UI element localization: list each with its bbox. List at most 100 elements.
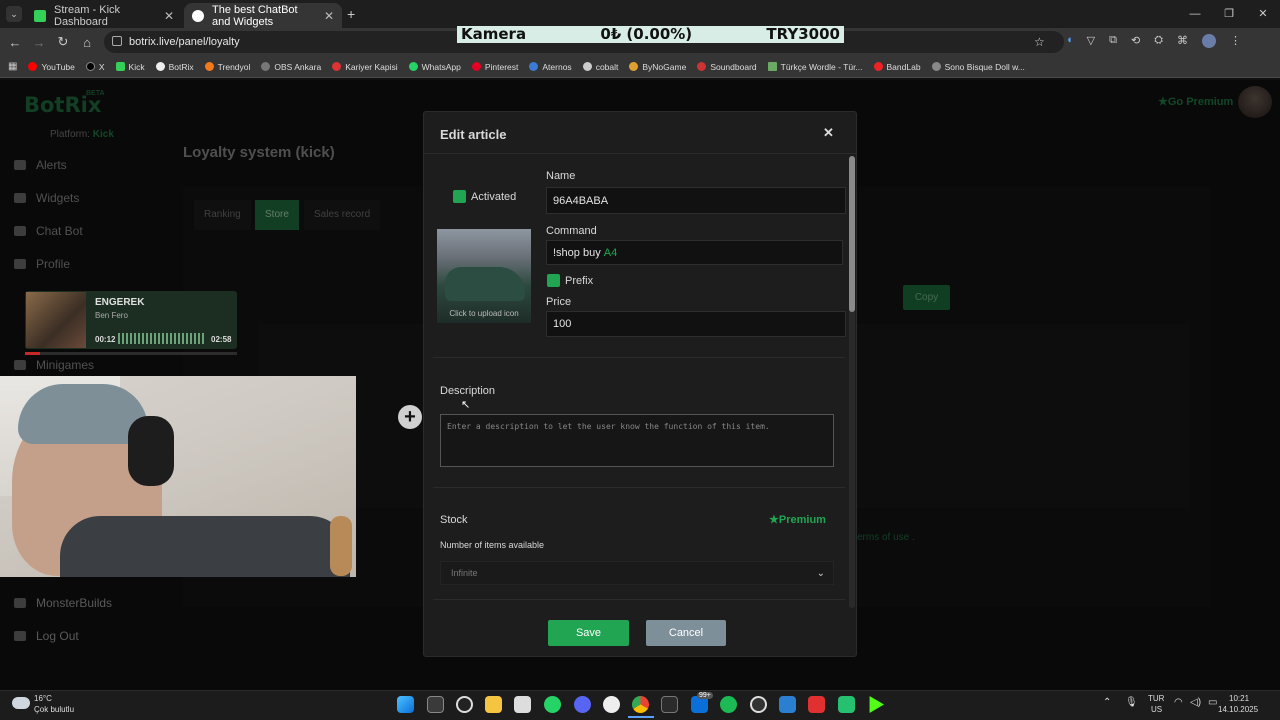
weather-temp: 16°C	[34, 694, 52, 703]
close-tab-icon[interactable]: ✕	[324, 9, 334, 23]
bookmark-aternos[interactable]: Aternos	[529, 62, 572, 72]
filter-extension-icon[interactable]: ▽	[1087, 34, 1095, 48]
activated-label: Activated	[471, 191, 517, 203]
tab-kick-dashboard[interactable]: Stream - Kick Dashboard ✕	[26, 3, 182, 28]
bookmark-bynogame[interactable]: ByNoGame	[629, 62, 686, 72]
extension-icon[interactable]: ⛭	[1154, 34, 1163, 48]
bookmark-pinterest[interactable]: Pinterest	[471, 62, 518, 72]
file-explorer-icon[interactable]	[485, 696, 502, 713]
site-info-icon[interactable]	[112, 36, 122, 46]
puzzle-extension-icon[interactable]: ⧉	[1109, 34, 1117, 48]
input-region[interactable]: US	[1151, 705, 1162, 714]
close-tab-icon[interactable]: ✕	[164, 9, 174, 23]
home-icon[interactable]: ⌂	[75, 35, 99, 50]
reload-icon[interactable]: ↻	[51, 34, 75, 50]
extensions-row: ◖ ▽ ⧉ ⟲ ⛭ ⌘ ⋮	[1066, 34, 1241, 48]
back-icon[interactable]: ←	[3, 35, 27, 50]
weather-cloud-icon[interactable]	[12, 697, 30, 709]
bookmark-obs[interactable]: OBS Ankara	[261, 62, 321, 72]
footer-divider	[433, 599, 845, 600]
chatgpt-icon[interactable]	[603, 696, 620, 713]
guitar	[330, 516, 352, 576]
window-controls: — ❐ ✕	[1178, 0, 1280, 28]
add-item-icon[interactable]: +	[398, 405, 422, 429]
song-total: 02:58	[211, 335, 232, 344]
search-icon[interactable]	[456, 696, 473, 713]
price-label: Price	[546, 296, 572, 308]
tab-list-chevron-icon[interactable]: ⌄	[6, 6, 22, 22]
close-window-icon[interactable]: ✕	[1246, 0, 1280, 28]
price-input[interactable]: 100	[546, 311, 846, 337]
apps-grid-icon[interactable]: ▦	[8, 61, 17, 72]
wifi-icon[interactable]: ◠	[1174, 697, 1183, 708]
discord-icon[interactable]	[574, 696, 591, 713]
album-cover	[26, 292, 86, 348]
clock-time[interactable]: 10:21	[1229, 694, 1249, 703]
song-artist: Ben Fero	[95, 311, 128, 320]
webcam-overlay	[0, 376, 356, 577]
input-language[interactable]: TUR	[1148, 694, 1164, 703]
steam-icon[interactable]	[750, 696, 767, 713]
volume-icon[interactable]: ◁)	[1190, 697, 1201, 708]
audio-extension-icon[interactable]: ◖	[1066, 34, 1073, 48]
bookmark-soundboard[interactable]: Soundboard	[697, 62, 757, 72]
bookmark-bandlab[interactable]: BandLab	[873, 62, 921, 72]
cancel-button[interactable]: Cancel	[646, 620, 726, 646]
name-input[interactable]: 96A4BABA	[546, 187, 846, 214]
prefix-checkbox[interactable]	[547, 274, 560, 287]
bookmark-sono-bisque[interactable]: Sono Bisque Doll w...	[931, 62, 1025, 72]
notes-icon[interactable]	[779, 696, 796, 713]
item-icon-upload[interactable]: Click to upload icon	[437, 229, 531, 323]
stock-select[interactable]: Infinite ⌄	[440, 561, 834, 585]
chevron-down-icon: ⌄	[816, 567, 825, 579]
terminal-icon[interactable]	[661, 696, 678, 713]
activated-checkbox[interactable]	[453, 190, 466, 203]
clock-date[interactable]: 14.10.2025	[1218, 705, 1258, 714]
bookmark-kick[interactable]: Kick	[115, 62, 145, 72]
waveform	[118, 333, 204, 344]
bookmark-whatsapp[interactable]: WhatsApp	[408, 62, 461, 72]
bookmark-youtube[interactable]: YouTube	[28, 62, 75, 72]
mouse-cursor-icon: ↖	[461, 399, 471, 411]
new-tab-icon[interactable]: +	[347, 6, 355, 22]
description-textarea[interactable]: Enter a description to let the user know…	[440, 414, 834, 467]
bookmark-star-icon[interactable]: ☆	[1034, 35, 1045, 49]
history-icon[interactable]: ⟲	[1131, 34, 1140, 48]
recorder-icon[interactable]	[808, 696, 825, 713]
menu-kebab-icon[interactable]: ⋮	[1230, 34, 1241, 48]
tab-botrix[interactable]: The best ChatBot and Widgets ✕	[184, 3, 342, 28]
command-input[interactable]: !shop buy A4	[546, 240, 843, 265]
modal-scrollbar[interactable]	[849, 156, 855, 608]
save-button[interactable]: Save	[548, 620, 629, 646]
tray-chevron-icon[interactable]: ⌃	[1103, 697, 1111, 708]
bookmark-trendyol[interactable]: Trendyol	[204, 62, 250, 72]
microphone-icon[interactable]: 🎙	[1125, 697, 1138, 708]
kick-favicon-icon	[34, 9, 46, 22]
translate-icon[interactable]: ⌘	[1177, 34, 1188, 48]
bookmark-cobalt[interactable]: cobalt	[582, 62, 618, 72]
chat-app-icon[interactable]	[838, 696, 855, 713]
forward-icon[interactable]: →	[27, 35, 51, 50]
url-text: botrix.live/panel/loyalty	[129, 36, 240, 48]
battery-icon[interactable]: ▭	[1208, 697, 1217, 708]
premium-badge[interactable]: ★Premium	[769, 513, 826, 526]
whatsapp-icon[interactable]	[544, 696, 561, 713]
spotify-icon[interactable]	[720, 696, 737, 713]
notification-badge: 99+	[697, 692, 713, 699]
start-icon[interactable]	[397, 696, 414, 713]
profile-avatar-icon[interactable]	[1202, 34, 1217, 48]
bookmark-wordle[interactable]: Türkçe Wordle - Tür...	[767, 62, 863, 72]
bookmark-x[interactable]: X	[85, 62, 105, 72]
botrix-favicon-icon	[192, 9, 204, 22]
person-shirt	[60, 516, 350, 577]
minimize-icon[interactable]: —	[1178, 0, 1212, 28]
task-view-icon[interactable]	[427, 696, 444, 713]
name-label: Name	[546, 170, 576, 182]
store-icon[interactable]	[514, 696, 531, 713]
chrome-icon[interactable]	[632, 696, 649, 713]
close-modal-icon[interactable]: ✕	[823, 125, 834, 141]
bookmark-kariyer[interactable]: Kariyer Kapisi	[332, 62, 398, 72]
donation-goal-ticker: Kamera 0₺ (0.00%) TRY3000	[457, 26, 844, 43]
maximize-icon[interactable]: ❐	[1212, 0, 1246, 28]
bookmark-botrix[interactable]: BotRix	[155, 62, 194, 72]
